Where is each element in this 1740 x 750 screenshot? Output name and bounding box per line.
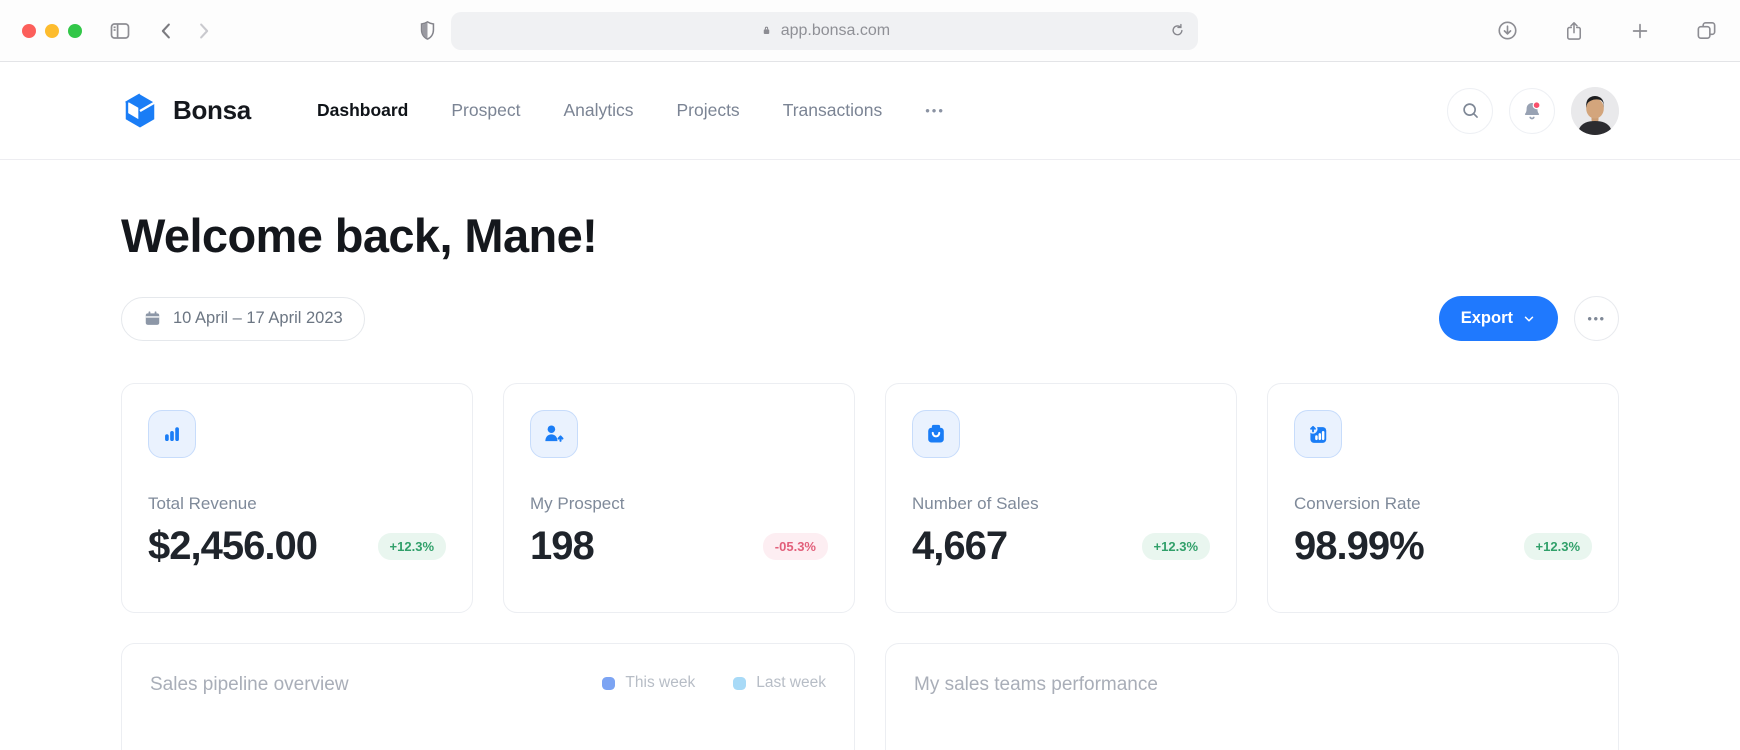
- app-navbar: Bonsa Dashboard Prospect Analytics Proje…: [0, 62, 1740, 160]
- back-icon[interactable]: [156, 20, 178, 42]
- nav-more-icon[interactable]: •••: [925, 103, 945, 118]
- person-up-icon: [530, 410, 578, 458]
- legend-item-last-week[interactable]: Last week: [733, 674, 826, 692]
- stat-delta-badge: +12.3%: [1141, 533, 1210, 560]
- stat-delta-badge: +12.3%: [1523, 533, 1592, 560]
- shield-icon[interactable]: [416, 19, 439, 42]
- bar-chart-icon: [148, 410, 196, 458]
- stat-card-total-revenue: Total Revenue $2,456.00 +12.3%: [121, 383, 473, 613]
- stat-value: 98.99%: [1294, 524, 1425, 568]
- stat-card-number-of-sales: Number of Sales 4,667 +12.3%: [885, 383, 1237, 613]
- stat-delta-badge: -05.3%: [762, 533, 828, 560]
- main-content: Welcome back, Mane! 10 April – 17 April …: [0, 208, 1740, 750]
- nav-item-prospect[interactable]: Prospect: [451, 100, 520, 121]
- share-icon[interactable]: [1563, 20, 1585, 42]
- stat-value: 198: [530, 524, 595, 568]
- logo-icon: [121, 92, 159, 130]
- export-label: Export: [1460, 309, 1513, 327]
- bell-icon: [1520, 99, 1544, 123]
- date-range-label: 10 April – 17 April 2023: [173, 309, 343, 327]
- zoom-window-button[interactable]: [68, 23, 82, 38]
- stat-label: My Prospect: [530, 494, 625, 513]
- chart-legend: This week Last week: [602, 674, 826, 692]
- date-range-picker[interactable]: 10 April – 17 April 2023: [121, 296, 365, 341]
- more-actions-button[interactable]: •••: [1574, 296, 1619, 341]
- avatar[interactable]: [1571, 86, 1619, 135]
- nav-item-dashboard[interactable]: Dashboard: [317, 100, 408, 121]
- new-tab-icon[interactable]: [1629, 20, 1651, 42]
- legend-dot-last-week: [733, 676, 747, 690]
- notifications-button[interactable]: [1509, 87, 1555, 134]
- stat-label: Conversion Rate: [1294, 494, 1421, 513]
- nav-item-projects[interactable]: Projects: [676, 100, 739, 121]
- stat-card-my-prospect: My Prospect 198 -05.3%: [503, 383, 855, 613]
- stat-value: 4,667: [912, 524, 1008, 568]
- stat-card-conversion-rate: Conversion Rate 98.99% +12.3%: [1267, 383, 1619, 613]
- page-title: Welcome back, Mane!: [121, 209, 598, 262]
- lock-icon: [759, 23, 774, 38]
- tab-overview-icon[interactable]: [1695, 19, 1718, 42]
- forward-icon[interactable]: [192, 20, 214, 42]
- chevron-down-icon: [1522, 312, 1536, 326]
- address-bar[interactable]: app.bonsa.com: [450, 11, 1198, 50]
- search-button[interactable]: [1447, 87, 1493, 134]
- legend-item-this-week[interactable]: This week: [602, 674, 695, 692]
- stat-delta-badge: +12.3%: [377, 533, 446, 560]
- controls-row: 10 April – 17 April 2023 Export •••: [121, 296, 1619, 341]
- panels-row: Sales pipeline overview This week Last w…: [121, 643, 1619, 750]
- shopping-bag-icon: [912, 410, 960, 458]
- legend-label: Last week: [756, 674, 826, 691]
- browser-chrome: app.bonsa.com: [0, 0, 1740, 62]
- chart-growth-icon: [1294, 410, 1342, 458]
- url-text: app.bonsa.com: [780, 21, 891, 39]
- stat-value: $2,456.00: [148, 524, 318, 568]
- nav-links: Dashboard Prospect Analytics Projects Tr…: [317, 100, 945, 121]
- close-window-button[interactable]: [22, 23, 36, 38]
- ellipsis-icon: •••: [1587, 311, 1606, 326]
- teams-performance-panel: My sales teams performance: [885, 643, 1619, 750]
- stat-label: Number of Sales: [912, 494, 1039, 513]
- minimize-window-button[interactable]: [45, 23, 59, 38]
- search-icon: [1460, 100, 1481, 121]
- stat-label: Total Revenue: [148, 494, 257, 513]
- brand-name: Bonsa: [173, 95, 251, 125]
- nav-item-analytics[interactable]: Analytics: [563, 100, 633, 121]
- refresh-icon[interactable]: [1169, 22, 1186, 39]
- window-controls: [22, 23, 82, 38]
- downloads-icon[interactable]: [1496, 19, 1519, 42]
- panel-title: Sales pipeline overview: [150, 674, 349, 695]
- export-button[interactable]: Export: [1438, 296, 1558, 341]
- stats-row: Total Revenue $2,456.00 +12.3% My Prospe…: [121, 383, 1619, 613]
- calendar-icon: [143, 309, 162, 328]
- nav-item-transactions[interactable]: Transactions: [783, 100, 883, 121]
- sidebar-toggle-icon[interactable]: [108, 19, 132, 43]
- sales-pipeline-panel: Sales pipeline overview This week Last w…: [121, 643, 855, 750]
- legend-dot-this-week: [602, 676, 616, 690]
- brand[interactable]: Bonsa: [121, 92, 251, 130]
- panel-title: My sales teams performance: [914, 674, 1158, 695]
- legend-label: This week: [625, 674, 696, 691]
